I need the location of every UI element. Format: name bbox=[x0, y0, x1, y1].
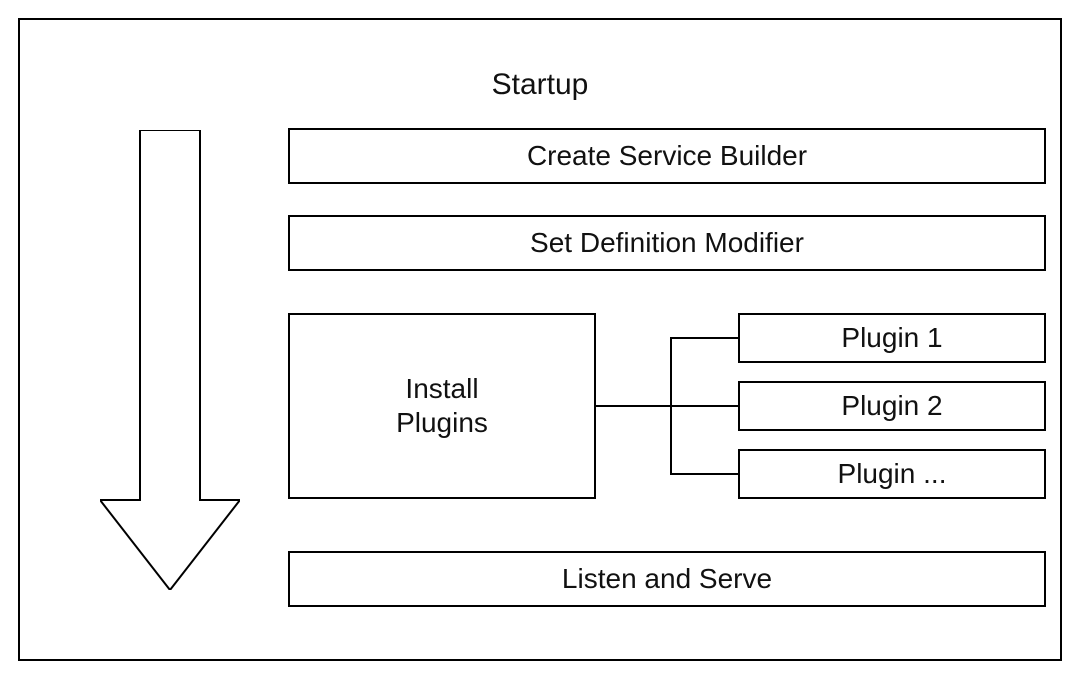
flow-arrow-down-icon bbox=[100, 130, 240, 590]
connector-line bbox=[670, 405, 738, 407]
plugin-label: Plugin 2 bbox=[841, 389, 942, 423]
plugin-box-more: Plugin ... bbox=[738, 449, 1046, 499]
step-install-plugins: Install Plugins bbox=[288, 313, 596, 499]
connector-line bbox=[596, 405, 672, 407]
plugin-label: Plugin 1 bbox=[841, 321, 942, 355]
step-set-definition-modifier: Set Definition Modifier bbox=[288, 215, 1046, 271]
step-listen-and-serve: Listen and Serve bbox=[288, 551, 1046, 607]
step-label: Set Definition Modifier bbox=[530, 226, 804, 260]
connector-line bbox=[670, 337, 738, 339]
connector-line bbox=[670, 473, 738, 475]
step-label: Listen and Serve bbox=[562, 562, 772, 596]
diagram-frame: Startup Create Service Builder Set Defin… bbox=[18, 18, 1062, 661]
step-create-service-builder: Create Service Builder bbox=[288, 128, 1046, 184]
plugin-box-1: Plugin 1 bbox=[738, 313, 1046, 363]
step-label: Create Service Builder bbox=[527, 139, 807, 173]
diagram-title: Startup bbox=[20, 68, 1060, 102]
step-label: Install Plugins bbox=[396, 372, 488, 439]
plugin-box-2: Plugin 2 bbox=[738, 381, 1046, 431]
plugin-label: Plugin ... bbox=[838, 457, 947, 491]
